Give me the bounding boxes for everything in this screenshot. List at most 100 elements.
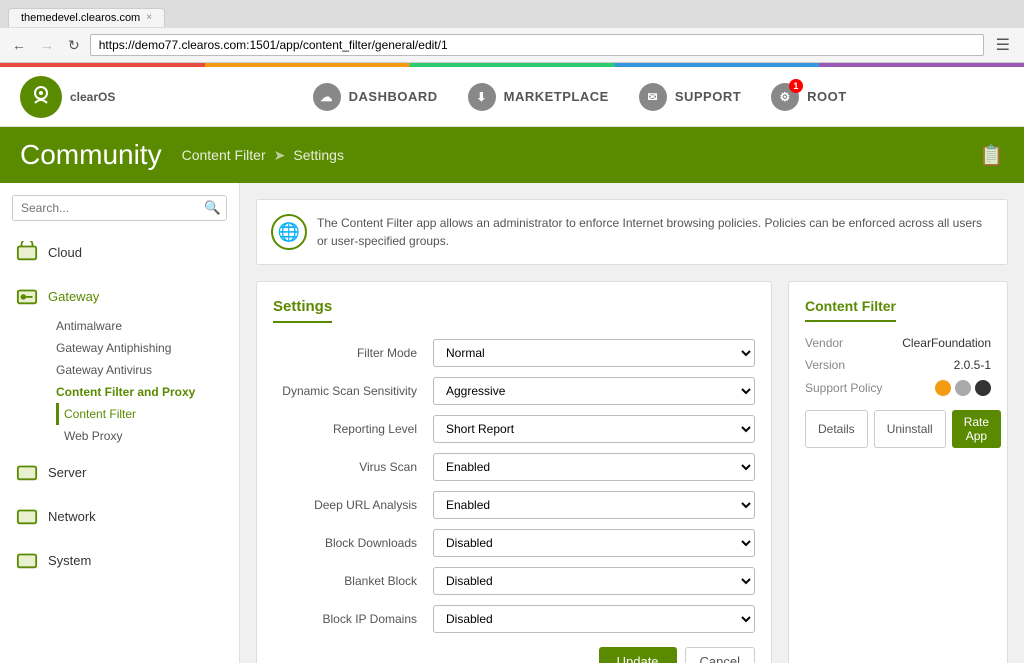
- tab-bar: themedevel.clearos.com ×: [0, 0, 1024, 28]
- forward-button[interactable]: →: [36, 35, 58, 55]
- vendor-row: Vendor ClearFoundation: [805, 336, 991, 350]
- search-input[interactable]: [12, 195, 227, 221]
- filter-mode-label: Filter Mode: [273, 346, 433, 360]
- form-row-virus-scan: Virus Scan Enabled Disabled: [273, 453, 755, 481]
- back-button[interactable]: ←: [8, 35, 30, 55]
- breadcrumb: Content Filter ➤ Settings: [182, 147, 344, 164]
- sidebar-item-antimalware[interactable]: Antimalware: [48, 315, 239, 337]
- nav-item-root[interactable]: ⚙ 1 ROOT: [771, 83, 847, 111]
- filter-mode-select[interactable]: Normal Permissive Restrictive: [433, 339, 755, 367]
- cancel-button[interactable]: Cancel: [685, 647, 755, 663]
- reload-button[interactable]: ↻: [64, 35, 84, 56]
- dynamic-scan-select[interactable]: Aggressive Normal Low: [433, 377, 755, 405]
- sidebar-item-content-filter-proxy[interactable]: Content Filter and Proxy: [48, 381, 239, 403]
- sidebar-item-gateway-antiphishing[interactable]: Gateway Antiphishing: [48, 337, 239, 359]
- rate-app-button[interactable]: Rate App: [952, 410, 1001, 448]
- update-button[interactable]: Update: [599, 647, 677, 663]
- reporting-level-select[interactable]: Short Report Full Report None: [433, 415, 755, 443]
- nav-item-dashboard[interactable]: ☁ DASHBOARD: [313, 83, 438, 111]
- search-icon-button[interactable]: 🔍: [204, 200, 221, 216]
- form-row-block-ip: Block IP Domains Disabled Enabled: [273, 605, 755, 633]
- nav-item-support[interactable]: ✉ SUPPORT: [639, 83, 741, 111]
- marketplace-icon: ⬇: [468, 83, 496, 111]
- version-value: 2.0.5-1: [954, 358, 991, 372]
- support-label: Support Policy: [805, 381, 882, 395]
- nav-item-marketplace[interactable]: ⬇ MARKETPLACE: [468, 83, 609, 111]
- breadcrumb-settings: Settings: [293, 147, 344, 163]
- uninstall-button[interactable]: Uninstall: [874, 410, 946, 448]
- breadcrumb-separator: ➤: [274, 147, 286, 164]
- support-dot-yellow: [935, 380, 951, 396]
- nav-label-marketplace: MARKETPLACE: [504, 89, 609, 104]
- system-label: System: [48, 553, 91, 568]
- server-icon: [16, 461, 38, 483]
- form-row-block-downloads: Block Downloads Disabled Enabled: [273, 529, 755, 557]
- sidebar: 🔍 Cloud: [0, 183, 240, 663]
- support-dot-dark: [975, 380, 991, 396]
- browser-nav: ← → ↻ ☰: [0, 28, 1024, 62]
- virus-scan-select[interactable]: Enabled Disabled: [433, 453, 755, 481]
- side-actions: Details Uninstall Rate App: [805, 410, 991, 448]
- side-panel: Content Filter Vendor ClearFoundation Ve…: [788, 281, 1008, 663]
- gateway-sub-items: Antimalware Gateway Antiphishing Gateway…: [0, 315, 239, 447]
- settings-panel: Settings Filter Mode Normal Permissive R…: [256, 281, 772, 663]
- form-actions: Update Cancel: [273, 647, 755, 663]
- sidebar-section-gateway: Gateway Antimalware Gateway Antiphishing…: [0, 277, 239, 447]
- form-row-blanket-block: Blanket Block Disabled Enabled: [273, 567, 755, 595]
- form-row-filter-mode: Filter Mode Normal Permissive Restrictiv…: [273, 339, 755, 367]
- version-row: Version 2.0.5-1: [805, 358, 991, 372]
- version-label: Version: [805, 358, 845, 372]
- browser-tab[interactable]: themedevel.clearos.com ×: [8, 8, 165, 27]
- block-ip-select[interactable]: Disabled Enabled: [433, 605, 755, 633]
- info-text: The Content Filter app allows an adminis…: [317, 216, 982, 248]
- sidebar-item-web-proxy[interactable]: Web Proxy: [56, 425, 239, 447]
- virus-scan-label: Virus Scan: [273, 460, 433, 474]
- support-dots: [935, 380, 991, 396]
- sidebar-item-system[interactable]: System: [0, 541, 239, 579]
- breadcrumb-content-filter[interactable]: Content Filter: [182, 147, 266, 163]
- form-row-reporting-level: Reporting Level Short Report Full Report…: [273, 415, 755, 443]
- block-downloads-select[interactable]: Disabled Enabled: [433, 529, 755, 557]
- reporting-level-label: Reporting Level: [273, 422, 433, 436]
- sidebar-item-server[interactable]: Server: [0, 453, 239, 491]
- content-area: 🌐 The Content Filter app allows an admin…: [240, 183, 1024, 663]
- browser-chrome: themedevel.clearos.com × ← → ↻ ☰: [0, 0, 1024, 63]
- form-row-dynamic-scan: Dynamic Scan Sensitivity Aggressive Norm…: [273, 377, 755, 405]
- sidebar-section-network: Network: [0, 497, 239, 535]
- sidebar-item-gateway-antivirus[interactable]: Gateway Antivirus: [48, 359, 239, 381]
- server-label: Server: [48, 465, 86, 480]
- sidebar-item-network[interactable]: Network: [0, 497, 239, 535]
- browser-menu-button[interactable]: ☰: [990, 33, 1016, 57]
- block-ip-label: Block IP Domains: [273, 612, 433, 626]
- support-dot-gray: [955, 380, 971, 396]
- top-nav-items: ☁ DASHBOARD ⬇ MARKETPLACE ✉ SUPPORT ⚙ 1 …: [155, 83, 1004, 111]
- sidebar-item-cloud[interactable]: Cloud: [0, 233, 239, 271]
- tab-title: themedevel.clearos.com: [21, 12, 140, 24]
- gateway-icon: [16, 285, 38, 307]
- clearos-logo-svg: [27, 83, 55, 111]
- green-header: Community Content Filter ➤ Settings 📋: [0, 127, 1024, 183]
- edit-icon: 📋: [979, 143, 1004, 168]
- sidebar-section-cloud: Cloud: [0, 233, 239, 271]
- form-row-deep-url: Deep URL Analysis Enabled Disabled: [273, 491, 755, 519]
- system-icon: [16, 549, 38, 571]
- dynamic-scan-label: Dynamic Scan Sensitivity: [273, 384, 433, 398]
- blanket-block-select[interactable]: Disabled Enabled: [433, 567, 755, 595]
- cloud-label: Cloud: [48, 245, 82, 260]
- app-wrapper: clearOS ☁ DASHBOARD ⬇ MARKETPLACE ✉ SUPP…: [0, 67, 1024, 663]
- details-button[interactable]: Details: [805, 410, 868, 448]
- blanket-block-label: Blanket Block: [273, 574, 433, 588]
- info-box: 🌐 The Content Filter app allows an admin…: [256, 199, 1008, 265]
- logo-text: clearOS: [70, 90, 115, 104]
- cloud-icon: [16, 241, 38, 263]
- content-filter-panel-title: Content Filter: [805, 298, 896, 322]
- network-label: Network: [48, 509, 96, 524]
- url-input[interactable]: [90, 34, 984, 56]
- content-columns: Settings Filter Mode Normal Permissive R…: [256, 281, 1008, 663]
- deep-url-select[interactable]: Enabled Disabled: [433, 491, 755, 519]
- sidebar-item-gateway[interactable]: Gateway: [0, 277, 239, 315]
- support-row: Support Policy: [805, 380, 991, 396]
- logo-icon: [20, 76, 62, 118]
- sidebar-item-content-filter[interactable]: Content Filter: [56, 403, 239, 425]
- tab-close-button[interactable]: ×: [146, 12, 152, 23]
